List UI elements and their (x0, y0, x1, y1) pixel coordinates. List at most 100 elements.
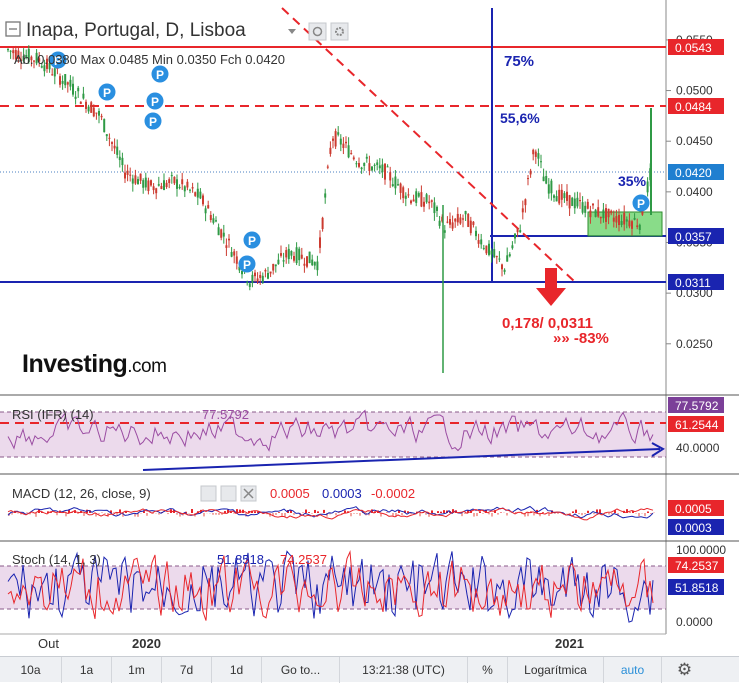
candle-body (470, 221, 472, 233)
title-dropdown-icon[interactable] (288, 29, 296, 34)
candle-body (332, 139, 334, 141)
gear-icon[interactable]: ⚙ (662, 657, 707, 683)
goto-button[interactable]: Go to... (262, 657, 340, 683)
macd-visibility-icon[interactable] (201, 486, 216, 501)
candle-body (413, 199, 415, 201)
macd-histogram-bar (284, 513, 286, 517)
range-7d-button[interactable]: 7d (162, 657, 212, 683)
candle-body (407, 194, 409, 195)
candle-body (631, 221, 633, 229)
candle-body (101, 116, 103, 117)
candle-body (348, 145, 350, 157)
macd-histogram-bar (482, 513, 484, 514)
candle-body (88, 107, 90, 112)
candle-body (639, 225, 641, 230)
candle-body (215, 220, 217, 221)
candle-body (199, 192, 201, 199)
candle-body (158, 184, 160, 186)
candle-body (587, 202, 589, 209)
macd-histogram-bar (572, 511, 574, 513)
candle-body (106, 134, 108, 136)
value-tag-label: 0.0003 (675, 521, 712, 535)
candle-body (363, 163, 365, 166)
candle-body (485, 246, 487, 254)
pivot-marker-label: P (156, 68, 164, 82)
candle-body (558, 190, 560, 204)
candle-body (376, 162, 378, 165)
candle-body (82, 94, 84, 99)
range-10y-button[interactable]: 10a (0, 657, 62, 683)
macd-histogram-bar (425, 513, 427, 515)
percent-toggle[interactable]: % (468, 657, 508, 683)
candle-body (210, 215, 212, 220)
candle-body (605, 208, 607, 222)
macd-histogram-bar (158, 513, 160, 515)
candle-body (103, 119, 105, 132)
settings-icon[interactable] (331, 23, 348, 40)
candle-body (550, 181, 552, 194)
macd-histogram-bar (557, 513, 559, 514)
candle-body (311, 260, 313, 265)
candle-body (163, 180, 165, 190)
candle-body (67, 82, 69, 84)
range-1d-button[interactable]: 1d (212, 657, 262, 683)
macd-histogram-bar (335, 513, 337, 515)
stoch-tags: 74.253751.8518 (668, 557, 724, 595)
macd-histogram-bar (254, 511, 256, 513)
candle-body (400, 184, 402, 193)
macd-settings-icon[interactable] (221, 486, 236, 501)
candle-body (436, 207, 438, 211)
candle-body (446, 222, 448, 223)
x-label-out: Out (38, 636, 59, 651)
candle-body (366, 157, 368, 159)
candle-body (59, 76, 61, 85)
macd-histogram-bar (506, 513, 508, 515)
range-1y-button[interactable]: 1a (62, 657, 112, 683)
candle-body (212, 218, 214, 223)
auto-scale-toggle[interactable]: auto (604, 657, 662, 683)
candle-body (119, 157, 121, 160)
macd-tags: 0.00050.0003 (668, 500, 724, 535)
macd-histogram-bar (83, 513, 85, 516)
candle-body (98, 111, 100, 116)
stoch-value-2: 74.2537 (280, 552, 327, 567)
macd-histogram-bar (278, 512, 280, 513)
macd-histogram-bar (77, 513, 79, 514)
macd-histogram-bar (65, 513, 67, 516)
candle-body (75, 97, 77, 99)
candle-body (449, 219, 451, 225)
macd-histogram-bar (350, 513, 352, 516)
candle-body (171, 175, 173, 176)
macd-histogram-bar (323, 510, 325, 513)
macd-histogram-bar (116, 513, 118, 515)
macd-histogram-bar (479, 511, 481, 513)
range-1m-button[interactable]: 1m (112, 657, 162, 683)
chart-canvas[interactable]: 0.05500.05000.04500.04000.03500.03000.02… (0, 0, 739, 656)
macd-histogram-bar (584, 513, 586, 514)
candle-body (264, 270, 266, 271)
candle-body (233, 251, 235, 255)
macd-histogram-bar (647, 511, 649, 513)
candle-body (423, 202, 425, 207)
candle-body (504, 270, 506, 272)
macd-histogram-bar (353, 513, 355, 514)
candle-body (454, 219, 456, 222)
log-scale-toggle[interactable]: Logarítmica (508, 657, 604, 683)
candle-body (225, 245, 227, 248)
macd-histogram-bar (608, 513, 610, 514)
macd-histogram-bar (443, 510, 445, 513)
candle-body (589, 211, 591, 218)
chart-title: Inapa, Portugal, D, Lisboa (26, 20, 246, 41)
value-tag-label: 0.0543 (675, 41, 712, 55)
candle-body (262, 276, 264, 282)
visibility-icon[interactable] (309, 23, 326, 40)
candle-body (322, 218, 324, 229)
price-tags: 0.05430.04840.04200.03570.0311 (668, 39, 724, 290)
candle-body (272, 264, 274, 271)
candle-body (358, 163, 360, 167)
candle-body (270, 272, 272, 274)
candle-body (202, 195, 204, 204)
candle-body (220, 229, 222, 237)
candle-body (10, 51, 12, 52)
candle-body (595, 210, 597, 217)
